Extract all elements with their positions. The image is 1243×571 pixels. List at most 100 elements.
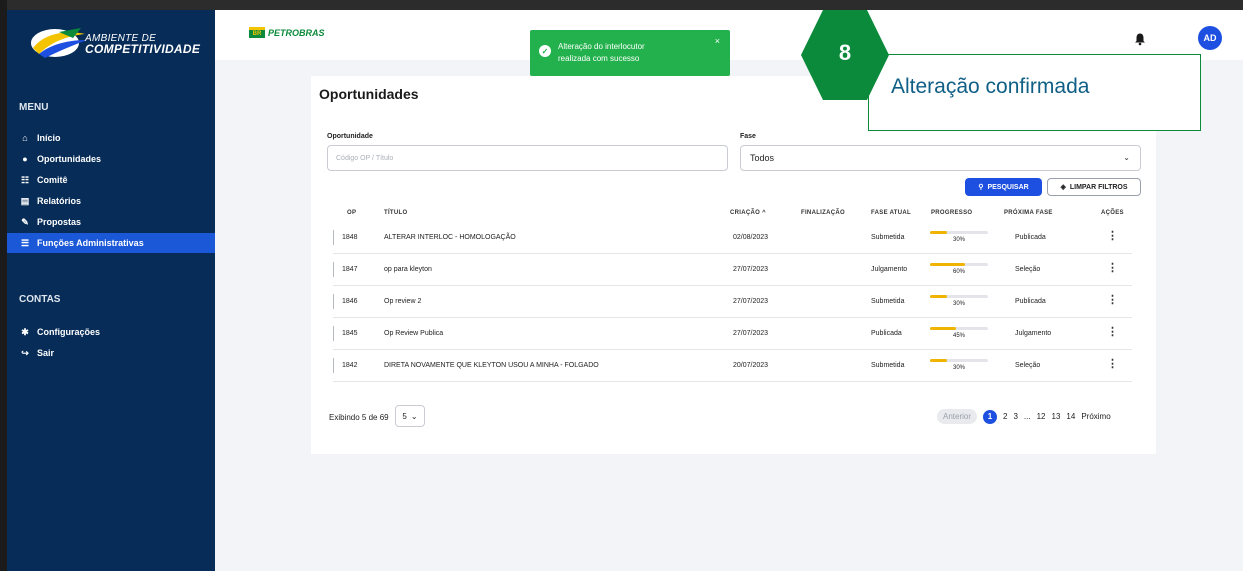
phase-cell: Julgamento [871, 266, 908, 273]
close-icon[interactable]: × [715, 36, 720, 46]
page-button[interactable]: 2 [1003, 412, 1007, 421]
table-row[interactable]: 1848 ALTERAR INTERLOC - HOMOLOGAÇÃO 02/08/… [333, 222, 1132, 254]
sidebar-item-label: Início [37, 133, 61, 143]
row-marker [333, 326, 334, 341]
page-button[interactable]: 12 [1037, 412, 1046, 421]
more-actions-icon[interactable]: ⋮ [1107, 295, 1118, 306]
opportunities-card: Oportunidades Oportunidade Código OP / T… [311, 76, 1156, 454]
proposal-icon: ✎ [21, 216, 29, 227]
progress-label: 30% [952, 237, 965, 243]
brand-line2: COMPETITIVIDADE [85, 42, 201, 56]
chevron-down-icon: ⌄ [410, 411, 418, 421]
previous-page-button[interactable]: Anterior [937, 409, 978, 424]
sidebar-item-label: Funções Administrativas [37, 238, 144, 248]
page-size-value: 5 [402, 411, 407, 421]
page-button[interactable]: 3 [1013, 412, 1017, 421]
created-cell: 20/07/2023 [733, 362, 769, 369]
sidebar-item-comite[interactable]: ☷ Comitê [7, 170, 215, 190]
sidebar-item-label: Sair [37, 348, 55, 358]
next-phase-cell: Seleção [1015, 362, 1041, 369]
progress-track [930, 263, 988, 266]
op-cell: 1847 [342, 266, 358, 273]
next-phase-cell: Julgamento [1015, 330, 1052, 337]
accounts-title: CONTAS [19, 294, 61, 305]
more-actions-icon[interactable]: ⋮ [1107, 359, 1118, 370]
phase-select[interactable]: Todos ⌄ [740, 145, 1141, 171]
petrobras-logo: BR PETROBRAS [249, 27, 325, 38]
toast-message-line2: realizada com sucesso [558, 54, 640, 63]
progress-label: 30% [952, 365, 965, 371]
created-cell: 27/07/2023 [733, 266, 769, 273]
next-phase-cell: Seleção [1015, 266, 1041, 273]
sidebar-item-sair[interactable]: ↪ Sair [7, 343, 215, 363]
page-button[interactable]: 1 [983, 409, 998, 424]
next-phase-cell: Publicada [1015, 298, 1046, 305]
next-page-button[interactable]: Próximo [1081, 412, 1110, 421]
table-row[interactable]: 1846 Op review 2 27/07/2023 Submetida Public… [333, 286, 1132, 318]
sidebar-item-configuracoes[interactable]: ✱ Configurações [7, 322, 215, 342]
page-button[interactable]: 13 [1052, 412, 1061, 421]
search-button-label: PESQUISAR [987, 183, 1029, 191]
progress-track [930, 231, 988, 234]
phase-cell: Submetida [871, 362, 905, 369]
progress-track [930, 295, 988, 298]
progress-track [930, 327, 988, 330]
lightbulb-icon: ● [22, 154, 28, 164]
progress-label: 30% [952, 301, 965, 307]
op-cell: 1842 [342, 362, 358, 369]
toast-message: Alteração do interlocutor realizada com … [558, 41, 645, 65]
row-marker [333, 230, 334, 245]
home-icon: ⌂ [22, 133, 28, 143]
page-size-select[interactable]: 5 ⌄ [395, 405, 425, 427]
row-marker [333, 358, 334, 373]
success-toast: ✓ Alteração do interlocutor realizada co… [530, 30, 730, 76]
progress-track [930, 359, 988, 362]
check-icon: ✓ [539, 45, 551, 57]
logout-icon: ↪ [21, 347, 29, 358]
table-row[interactable]: 1845 Op Review Publica 27/07/2023 Publicada… [333, 318, 1132, 350]
file-icon: ▤ [20, 195, 30, 206]
column-header-created[interactable]: CRIAÇÃO ^ [730, 210, 766, 216]
page-button[interactable]: 14 [1066, 412, 1075, 421]
top-strip [0, 0, 1243, 10]
sidebar: AMBIENTE DE COMPETITIVIDADE MENU ⌂ Início… [7, 10, 215, 571]
column-header-actions: AÇÕES [1101, 210, 1124, 216]
search-button[interactable]: ⚲ PESQUISAR [965, 178, 1042, 196]
committee-icon: ☷ [20, 174, 30, 185]
phase-select-value: Todos [750, 153, 775, 163]
sidebar-item-inicio[interactable]: ⌂ Início [7, 128, 215, 148]
page-title: Oportunidades [319, 86, 419, 102]
more-actions-icon[interactable]: ⋮ [1107, 231, 1118, 242]
list-icon: ☰ [20, 237, 30, 248]
table-row[interactable]: 1842 DIRETA NOVAMENTE QUE KLEYTON USOU A … [333, 350, 1132, 382]
sidebar-item-propostas[interactable]: ✎ Propostas [7, 212, 215, 232]
clear-filters-button[interactable]: ◈ LIMPAR FILTROS [1047, 178, 1141, 196]
table-row[interactable]: 1847 op para kleyton 27/07/2023 Julgamento S… [333, 254, 1132, 286]
phase-cell: Publicada [871, 330, 902, 337]
progress-fill [930, 263, 965, 266]
sidebar-item-label: Comitê [37, 175, 68, 185]
pagination-ellipsis: ... [1023, 412, 1031, 421]
br-badge: BR [249, 27, 265, 38]
company-name: PETROBRAS [268, 27, 325, 38]
created-cell: 27/07/2023 [733, 298, 769, 305]
sidebar-item-oportunidades[interactable]: ● Oportunidades [7, 149, 215, 169]
sidebar-item-label: Oportunidades [37, 154, 102, 164]
sidebar-item-funcoes-administrativas[interactable]: ☰ Funções Administrativas [7, 233, 215, 253]
sidebar-item-label: Relatórios [37, 196, 82, 206]
avatar[interactable]: AD [1198, 26, 1222, 50]
search-icon: ⚲ [978, 184, 984, 191]
progress-fill [930, 231, 948, 234]
opportunity-search-input[interactable]: Código OP / Título [327, 145, 728, 171]
annotation-text: Alteração confirmada [891, 75, 1090, 98]
phase-cell: Submetida [871, 234, 905, 241]
sidebar-item-label: Propostas [37, 217, 82, 227]
op-cell: 1845 [342, 330, 358, 337]
pagination: Anterior 1 2 3... 12 13 14 Próximo [937, 409, 1111, 424]
toast-message-line1: Alteração do interlocutor [558, 42, 645, 51]
more-actions-icon[interactable]: ⋮ [1107, 263, 1118, 274]
bell-icon[interactable] [1133, 32, 1147, 46]
more-actions-icon[interactable]: ⋮ [1107, 327, 1118, 338]
title-cell: ALTERAR INTERLOC - HOMOLOGAÇÃO [384, 234, 516, 241]
sidebar-item-relatorios[interactable]: ▤ Relatórios [7, 191, 215, 211]
